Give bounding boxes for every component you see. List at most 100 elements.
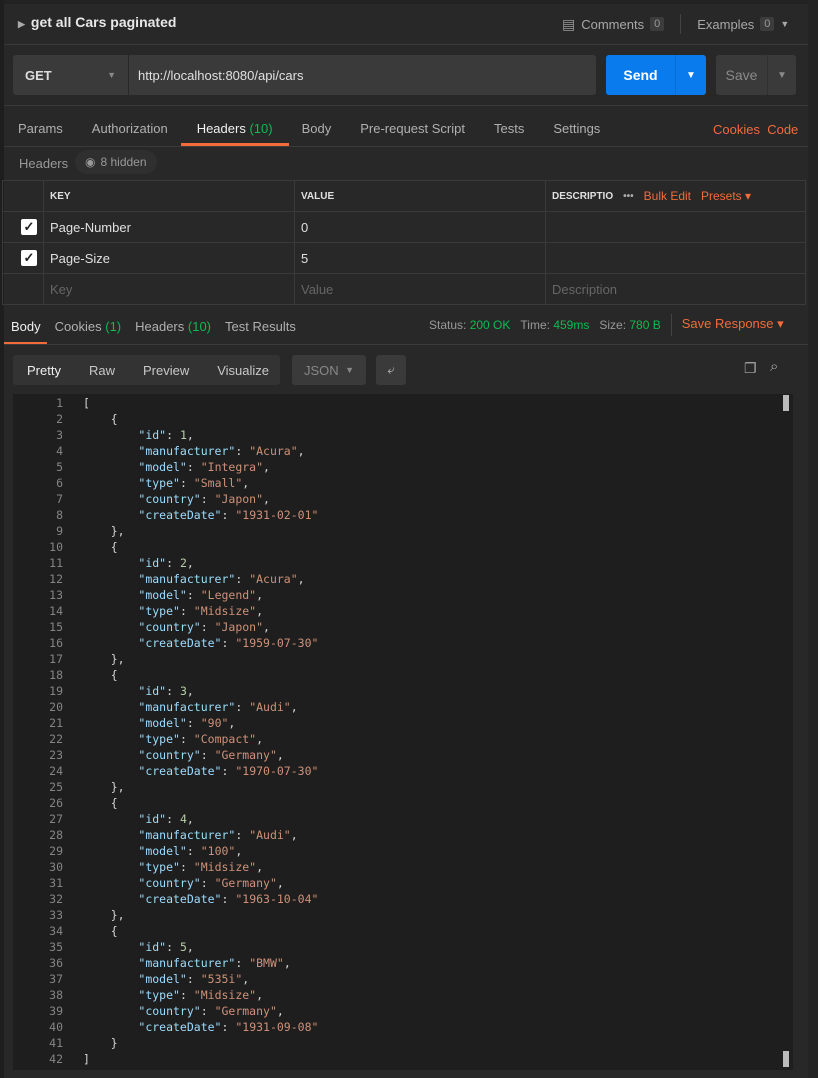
line-number: 24: [49, 764, 63, 778]
json-string: "Acura": [249, 444, 298, 458]
time-label: Time:: [520, 318, 550, 332]
tab-headers[interactable]: Headers (10): [197, 121, 273, 136]
method-select[interactable]: GET ▼: [13, 55, 128, 95]
bulk-edit-link[interactable]: Bulk Edit: [644, 189, 691, 203]
tab-tests[interactable]: Tests: [494, 121, 524, 136]
url-value: http://localhost:8080/api/cars: [138, 67, 304, 83]
pretty-button[interactable]: Pretty: [13, 363, 75, 378]
code-line: "country": "Japon",: [83, 620, 270, 634]
comments-button[interactable]: Comments: [581, 17, 644, 32]
tab-settings[interactable]: Settings: [553, 121, 600, 136]
hidden-headers-toggle[interactable]: ◉ 8 hidden: [75, 150, 157, 174]
raw-button[interactable]: Raw: [75, 363, 129, 378]
json-punctuation: },: [83, 780, 125, 794]
editor-scrollbar[interactable]: [783, 395, 789, 1067]
json-punctuation: :: [235, 700, 250, 714]
request-title[interactable]: ▶ get all Cars paginated: [18, 14, 176, 30]
json-number: 1: [179, 428, 187, 442]
header-key-cell[interactable]: Page-Size: [43, 242, 295, 274]
line-number: 15: [49, 620, 63, 634]
wrap-lines-button[interactable]: ⤶: [376, 355, 406, 385]
json-string: "1931-09-08": [235, 1020, 319, 1034]
tab-body[interactable]: Body: [302, 121, 332, 136]
line-number: 34: [49, 924, 63, 938]
json-punctuation: :: [221, 892, 236, 906]
code-link[interactable]: Code: [767, 122, 798, 137]
line-number: 28: [49, 828, 63, 842]
line-number: 19: [49, 684, 63, 698]
response-tab-cookies[interactable]: Cookies (1): [55, 319, 121, 334]
save-dropdown-icon[interactable]: ▼: [768, 55, 796, 95]
line-number: 22: [49, 732, 63, 746]
json-punctuation: ,: [186, 812, 194, 826]
response-tab-body[interactable]: Body: [11, 319, 41, 334]
scrollbar-thumb-bottom[interactable]: [783, 1051, 789, 1067]
view-mode-toggle: Pretty Raw Preview Visualize: [13, 355, 280, 385]
header-value-cell[interactable]: 0: [294, 211, 546, 243]
url-input[interactable]: http://localhost:8080/api/cars: [129, 55, 596, 95]
json-punctuation: [83, 764, 138, 778]
save-response-dropdown[interactable]: Save Response ▾: [682, 316, 784, 336]
copy-icon[interactable]: ❐: [744, 360, 757, 377]
key-input[interactable]: Key: [43, 273, 295, 305]
json-punctuation: :: [200, 876, 215, 890]
json-punctuation: :: [179, 860, 194, 874]
json-key: "country": [138, 492, 201, 506]
description-input[interactable]: Description: [545, 273, 806, 305]
tab-pre-request-script[interactable]: Pre-request Script: [360, 121, 465, 136]
more-icon[interactable]: •••: [623, 191, 634, 202]
json-punctuation: :: [186, 460, 201, 474]
code-line: "country": "Germany",: [83, 1004, 283, 1018]
divider: [4, 146, 808, 147]
response-tab-test-results[interactable]: Test Results: [225, 319, 296, 334]
code-line: "manufacturer": "Acura",: [83, 572, 304, 586]
json-key: "model": [138, 972, 187, 986]
chevron-down-icon[interactable]: ▼: [780, 19, 789, 29]
format-select[interactable]: JSON ▼: [292, 355, 366, 385]
checkbox-checked[interactable]: ✓: [21, 250, 37, 266]
preview-button[interactable]: Preview: [129, 363, 203, 378]
checkbox-checked[interactable]: ✓: [21, 219, 37, 235]
response-tab-headers[interactable]: Headers (10): [135, 319, 211, 334]
key-column-header: KEY: [43, 180, 295, 212]
cookies-link[interactable]: Cookies: [713, 122, 760, 137]
json-string: "Japon": [214, 620, 264, 634]
header-key-cell[interactable]: Page-Number: [43, 211, 295, 243]
send-button[interactable]: Send ▼: [606, 55, 706, 95]
send-dropdown-icon[interactable]: ▼: [676, 55, 706, 95]
search-icon[interactable]: ⌕: [770, 358, 778, 375]
json-punctuation: :: [186, 588, 201, 602]
tab-params[interactable]: Params: [18, 121, 63, 136]
response-body-editor[interactable]: 1[2 {3 "id": 1, 4 "manufacturer": "Acura"…: [13, 394, 793, 1070]
value-input[interactable]: Value: [294, 273, 546, 305]
examples-button[interactable]: Examples: [697, 17, 754, 32]
method-value: GET: [25, 67, 52, 83]
save-label[interactable]: Save: [716, 55, 768, 95]
comment-icon[interactable]: ▤: [562, 16, 575, 33]
time-value: 459ms: [553, 318, 590, 332]
save-button[interactable]: Save ▼: [716, 55, 796, 95]
response-tabs: Body Cookies (1) Headers (10) Test Resul…: [11, 319, 310, 334]
caret-right-icon[interactable]: ▶: [18, 19, 25, 29]
tab-authorization[interactable]: Authorization: [92, 121, 168, 136]
visualize-button[interactable]: Visualize: [203, 363, 283, 378]
json-string: "Acura": [249, 572, 298, 586]
header-description-cell[interactable]: [545, 211, 806, 243]
line-number: 14: [49, 604, 63, 618]
header-value-cell[interactable]: 5: [294, 242, 546, 274]
json-punctuation: ]: [83, 1052, 90, 1066]
scrollbar-thumb-top[interactable]: [783, 395, 789, 411]
window-scrollbar[interactable]: [808, 0, 818, 1078]
json-punctuation: {: [83, 668, 118, 682]
line-number: 8: [56, 508, 63, 522]
code-line: "type": "Small",: [83, 476, 249, 490]
header-description-cell[interactable]: [545, 242, 806, 274]
json-string: "Midsize": [193, 604, 257, 618]
json-string: "Midsize": [193, 860, 257, 874]
send-label[interactable]: Send: [606, 55, 676, 95]
json-punctuation: [83, 812, 138, 826]
code-line: "manufacturer": "BMW",: [83, 956, 290, 970]
json-key: "country": [138, 748, 201, 762]
presets-dropdown[interactable]: Presets ▾: [701, 189, 751, 203]
json-key: "model": [138, 844, 187, 858]
